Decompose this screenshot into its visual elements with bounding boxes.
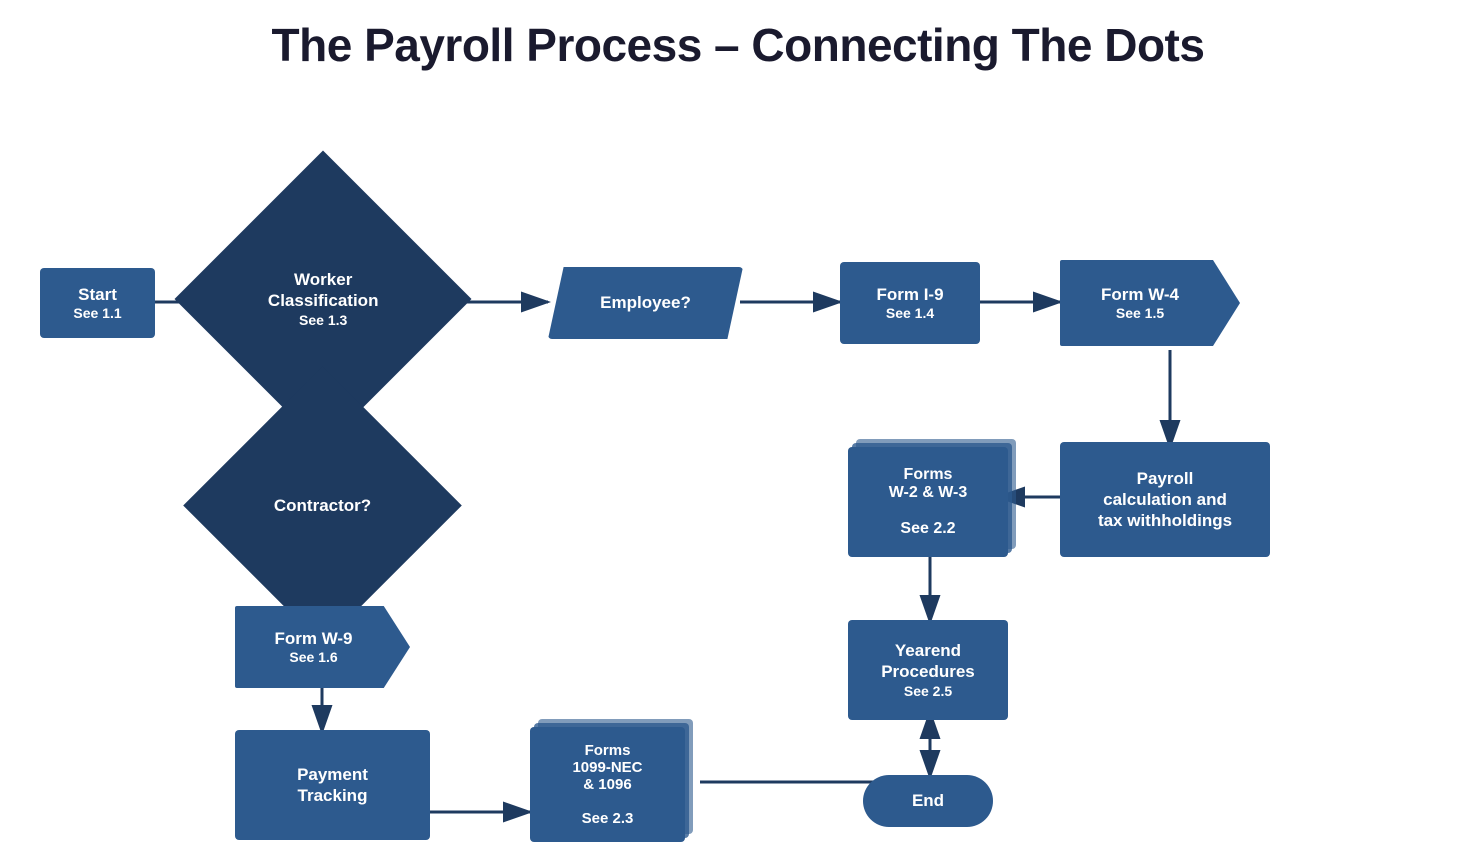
payroll-calc-node: Payroll calculation and tax withholdings — [1060, 442, 1270, 557]
form-w9-node: Form W-9 See 1.6 — [235, 606, 410, 688]
form-w4-node: Form W-4 See 1.5 — [1060, 260, 1240, 346]
end-node: End — [863, 775, 993, 827]
form-i9-node: Form I-9 See 1.4 — [840, 262, 980, 344]
start-node: Start See 1.1 — [40, 268, 155, 338]
contractor-node: Contractor? — [183, 366, 462, 645]
forms-w2w3-node: Forms W-2 & W-3 See 2.2 — [848, 447, 1008, 557]
employee-node: Employee? — [548, 267, 743, 339]
yearend-node: Yearend Procedures See 2.5 — [848, 620, 1008, 720]
diagram-container: Start See 1.1 Worker Classification See … — [0, 82, 1476, 837]
forms-1099-node: Forms 1099-NEC & 1096 See 2.3 — [530, 727, 685, 842]
page-title: The Payroll Process – Connecting The Dot… — [0, 0, 1476, 72]
